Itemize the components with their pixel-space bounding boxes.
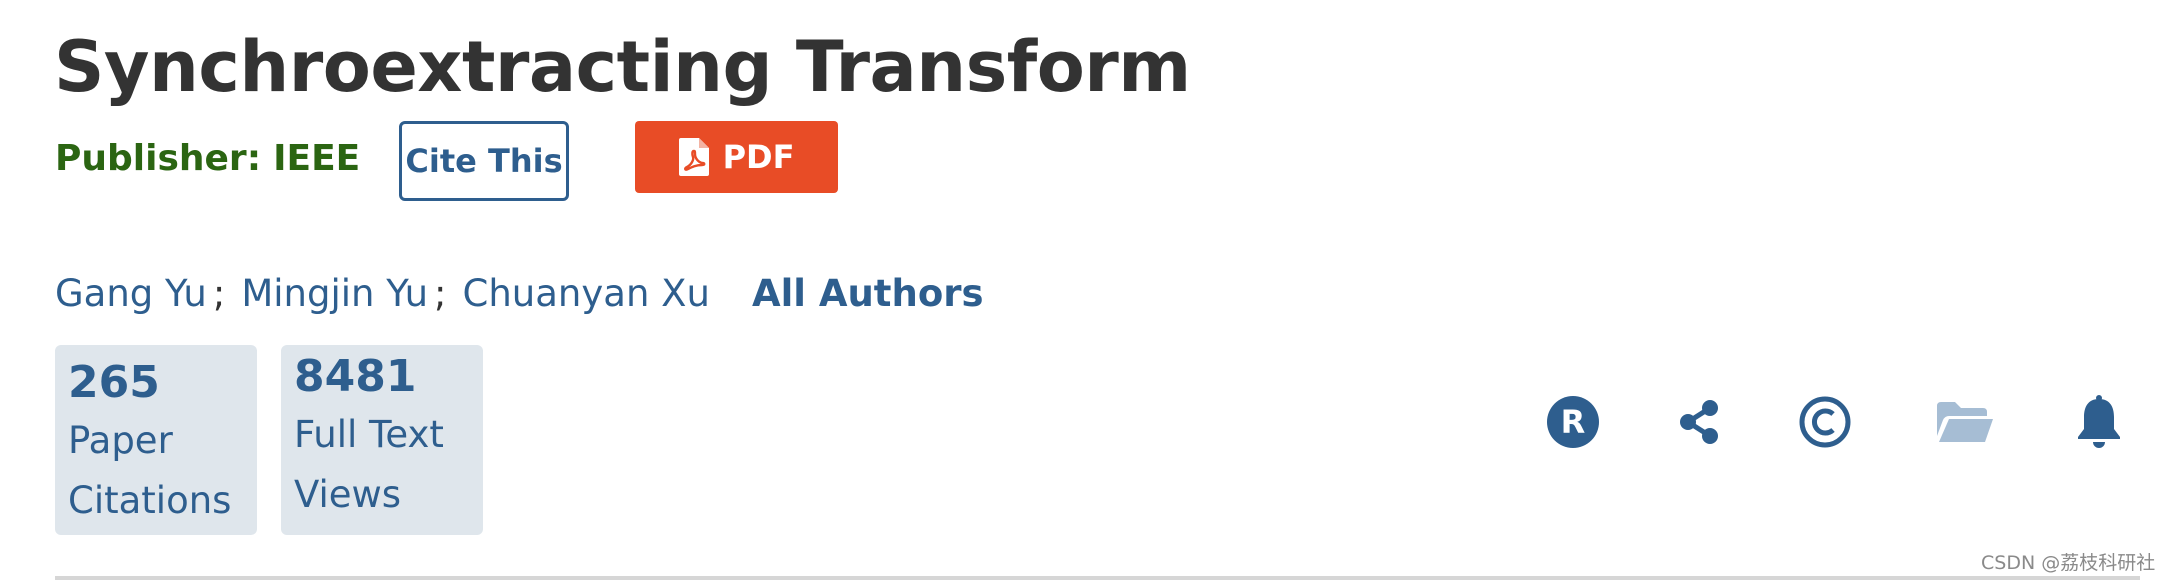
author-separator: ; [212, 272, 226, 315]
publisher-name: IEEE [273, 138, 361, 179]
svg-text:R: R [1561, 403, 1586, 441]
folder-icon[interactable] [1935, 392, 1995, 452]
pdf-label: PDF [722, 138, 795, 176]
cite-this-label: Cite This [405, 142, 563, 180]
bell-icon[interactable] [2069, 392, 2129, 452]
pdf-button[interactable]: PDF [635, 121, 838, 193]
metric-count: 8481 [294, 351, 417, 402]
author-list: Gang Yu ; Mingjin Yu ; Chuanyan Xu All A… [55, 272, 984, 315]
page-title: Synchroextracting Transform [54, 26, 1191, 108]
author-link[interactable]: Gang Yu [55, 272, 207, 315]
watermark-text: CSDN @荔枝科研社 [1981, 552, 2156, 574]
author-link[interactable]: Chuanyan Xu [463, 272, 710, 315]
paper-citations-metric[interactable]: 265 Paper Citations [55, 345, 257, 535]
publisher-label: Publisher: [55, 138, 262, 179]
publisher-line: Publisher: IEEE [55, 138, 360, 179]
metric-label: Full Text Views [294, 413, 444, 516]
author-link[interactable]: Mingjin Yu [241, 272, 428, 315]
cite-this-button[interactable]: Cite This [399, 121, 569, 201]
metric-count: 265 [68, 357, 160, 408]
full-text-views-metric[interactable]: 8481 Full Text Views [281, 345, 483, 535]
article-header: Synchroextracting Transform Publisher: IE… [0, 0, 2170, 581]
section-divider [55, 576, 2140, 580]
share-icon[interactable] [1670, 392, 1730, 452]
rights-r-icon[interactable]: R [1543, 392, 1603, 452]
author-separator: ; [434, 272, 447, 315]
metric-label: Paper Citations [68, 419, 232, 522]
pdf-file-icon [678, 138, 709, 176]
all-authors-link[interactable]: All Authors [752, 272, 984, 315]
copyright-icon[interactable] [1795, 392, 1855, 452]
